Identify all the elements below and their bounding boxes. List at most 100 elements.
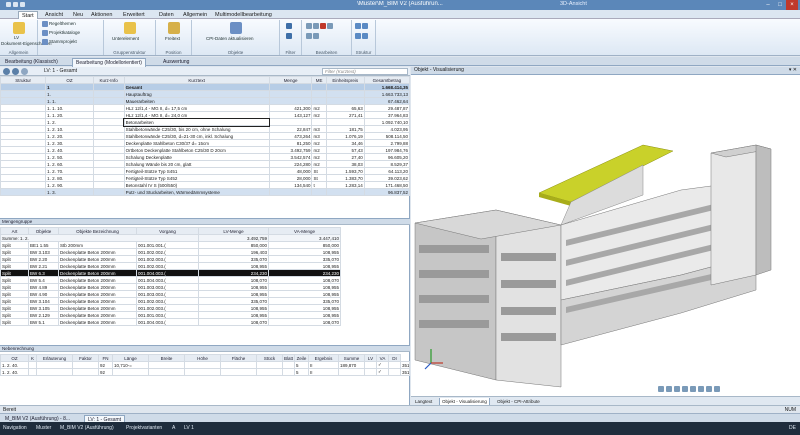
pin-icon[interactable]: ▾ ✕ bbox=[789, 67, 797, 73]
column-header[interactable]: VA-Menge bbox=[268, 227, 341, 235]
breadcrumb-project[interactable]: M_BIM V2 (Ausführung) bbox=[60, 425, 114, 431]
column-header[interactable]: FN bbox=[98, 354, 113, 362]
column-header[interactable]: LV-Menge bbox=[198, 227, 269, 235]
lv-selector[interactable]: LV: 1 - Gesamt bbox=[44, 68, 77, 74]
lv-row[interactable]: 1. 2. 80. Fertigteil-Stütze Typ S452 28,00… bbox=[0, 174, 411, 182]
column-header[interactable]: VA bbox=[376, 354, 389, 362]
mengengruppe-row[interactable]: Split BW 3.105 Deckenplatte Beton 200mm 001… bbox=[0, 304, 341, 312]
column-header[interactable]: Einheitspreis bbox=[325, 76, 365, 84]
redo-icon[interactable] bbox=[20, 2, 25, 7]
tab-bearbeitung-klassisch[interactable]: Bearbeitung (Klassisch) bbox=[2, 58, 61, 66]
column-header[interactable]: Erläuterung bbox=[36, 354, 73, 362]
lv-row[interactable]: 1. 1. Mauerarbeiten 67.462,64 bbox=[0, 97, 411, 105]
value-cell[interactable] bbox=[148, 361, 185, 369]
freitext-button[interactable]: Freitext bbox=[165, 36, 180, 41]
lv-button[interactable]: LV bbox=[14, 35, 19, 40]
column-header[interactable]: Länge bbox=[112, 354, 149, 362]
structure-cell[interactable] bbox=[0, 90, 47, 98]
tab-daten[interactable]: Daten bbox=[156, 11, 177, 19]
structure-cell[interactable] bbox=[0, 174, 47, 182]
structure-cell[interactable] bbox=[0, 111, 47, 119]
mengengruppe-row[interactable]: Split BW 3.103 Deckenplatte Beton 200mm 001… bbox=[0, 248, 341, 256]
breadcrumb-variants[interactable]: Projektvarianten bbox=[126, 425, 162, 431]
value-cell[interactable] bbox=[220, 368, 257, 376]
lv-row[interactable]: 1. 1. 10. HLz 12/1,4 - MG II, d= 17,5 cm 4… bbox=[0, 104, 411, 112]
tab-multimodell[interactable]: Multimodellbearbeitung bbox=[212, 11, 275, 19]
column-header[interactable]: OZ bbox=[45, 76, 94, 84]
structure-cell[interactable] bbox=[0, 188, 47, 196]
rotate-icon[interactable] bbox=[674, 386, 680, 392]
column-header[interactable]: Summe bbox=[338, 354, 365, 362]
edit-tools-2[interactable] bbox=[306, 33, 320, 39]
structure-cell[interactable] bbox=[0, 139, 47, 147]
lv-row[interactable]: 1. 1. 20. HLz 12/1,4 - MG II, d= 24,0 cm 1… bbox=[0, 111, 411, 119]
value-cell[interactable] bbox=[256, 361, 283, 369]
faktor-cell[interactable] bbox=[72, 368, 99, 376]
lv-row[interactable]: 1. 2. 50. Schalung Deckenplatte 3.542,574 m… bbox=[0, 153, 411, 161]
lv-row[interactable]: 1. 3. Putz- und Stuckarbeiten, Wärmedämms… bbox=[0, 188, 411, 196]
mengengruppe-row[interactable]: Split BW 4.89 Deckenplatte Beton 200mm 001.… bbox=[0, 283, 341, 291]
tab-allgemein[interactable]: Allgemein bbox=[180, 11, 210, 19]
mengengruppe-row[interactable]: Split BW 2.21 Deckenplatte Beton 200mm 001.… bbox=[0, 262, 341, 270]
value-cell[interactable] bbox=[256, 368, 283, 376]
column-header[interactable]: Ergebnis bbox=[308, 354, 339, 362]
lv-row[interactable]: 1. 2. 30. Deckenplatte Stahlbeton C30/37 … bbox=[0, 139, 411, 147]
forward-icon[interactable] bbox=[12, 68, 19, 75]
link-icon[interactable] bbox=[313, 33, 319, 39]
unterelement-button[interactable]: Unterelement bbox=[112, 36, 139, 41]
mengengruppe-row[interactable]: Split BW 2.129 Deckenplatte Beton 200mm 001… bbox=[0, 311, 341, 319]
stammprojekt-button[interactable]: Stammprojekt bbox=[42, 39, 77, 45]
column-header[interactable]: Blatt bbox=[282, 354, 295, 362]
menu-icon[interactable] bbox=[21, 68, 28, 75]
tab-erweitert[interactable]: Erweitert bbox=[120, 11, 148, 19]
find-icon[interactable] bbox=[327, 23, 333, 29]
section-icon[interactable] bbox=[690, 386, 696, 392]
delete-icon[interactable] bbox=[320, 23, 326, 29]
nebenrechnung-row[interactable]: 1. 2. 40. 92 5 II ✓ 351 bbox=[0, 368, 410, 376]
tab-neu[interactable]: Neu bbox=[70, 11, 86, 19]
structure-cell[interactable] bbox=[0, 146, 47, 154]
column-header[interactable]: ME bbox=[311, 76, 327, 84]
structure-cell[interactable] bbox=[0, 181, 47, 189]
breadcrumb-lv[interactable]: LV 1 bbox=[184, 425, 194, 431]
filter-options-icon[interactable] bbox=[286, 33, 293, 39]
cut-icon[interactable] bbox=[306, 23, 312, 29]
mengengruppe-row[interactable]: Split BW 5.4 Deckenplatte Beton 200mm 001.0… bbox=[0, 276, 341, 284]
lv-row[interactable]: 1. 2. Betonarbeiten 1.092.740,10 bbox=[0, 117, 411, 127]
column-header[interactable]: Kurztext bbox=[123, 76, 270, 84]
column-header[interactable]: Objekte Bezeichnung bbox=[58, 227, 137, 235]
building-3d-viewport[interactable] bbox=[411, 75, 800, 395]
lv-check-cell[interactable]: ✓ bbox=[376, 368, 389, 376]
structure-cell[interactable] bbox=[0, 167, 47, 175]
quick-access-toolbar[interactable] bbox=[6, 2, 46, 8]
column-header[interactable]: Breite bbox=[148, 354, 185, 362]
column-header[interactable]: Faktor bbox=[72, 354, 99, 362]
paste-icon[interactable] bbox=[306, 33, 312, 39]
back-icon[interactable] bbox=[3, 68, 10, 75]
column-header[interactable]: Stück bbox=[256, 354, 283, 362]
edit-tools[interactable] bbox=[306, 23, 334, 29]
projektkataloge-button[interactable]: Projektkataloge bbox=[42, 30, 80, 36]
document-icon[interactable] bbox=[13, 22, 25, 34]
tab-objekt-cpi[interactable]: Objekt - CPI-Attribute bbox=[495, 398, 542, 405]
tab-ansicht[interactable]: Ansicht bbox=[42, 11, 66, 19]
tab-bearbeitung-modell[interactable]: Bearbeitung (Modellorientiert) bbox=[72, 58, 146, 67]
column-header[interactable]: Art bbox=[0, 227, 29, 235]
copy-icon[interactable] bbox=[313, 23, 319, 29]
value-cell[interactable] bbox=[220, 361, 257, 369]
minimize-icon[interactable]: – bbox=[762, 0, 774, 10]
lv-check-cell[interactable]: ✓ bbox=[376, 361, 389, 369]
color-icon[interactable] bbox=[706, 386, 712, 392]
column-header[interactable]: Gesamtbetrag bbox=[363, 76, 411, 84]
nebenrechnung-row[interactable]: 1. 2. 40. 92 10,710-= 5 II 189,870 ✓ 351 bbox=[0, 361, 410, 369]
column-header[interactable]: Kurz-Info bbox=[92, 76, 125, 84]
column-header[interactable]: K bbox=[28, 354, 37, 362]
mengengruppe-row[interactable]: Split BW 3.104 Deckenplatte Beton 200mm 001… bbox=[0, 297, 341, 305]
breadcrumb-muster[interactable]: Muster bbox=[36, 425, 51, 431]
zoom-in-icon[interactable] bbox=[666, 386, 672, 392]
mengengruppe-row[interactable]: Split BW 2.20 Deckenplatte Beton 200mm 001.… bbox=[0, 255, 341, 263]
k-cell[interactable] bbox=[28, 368, 37, 376]
lv-row[interactable]: 1. 2. 70. Fertigteil-Stütze Typ S451 48,00… bbox=[0, 167, 411, 175]
pan-icon[interactable] bbox=[682, 386, 688, 392]
close-icon[interactable]: × bbox=[786, 0, 798, 10]
